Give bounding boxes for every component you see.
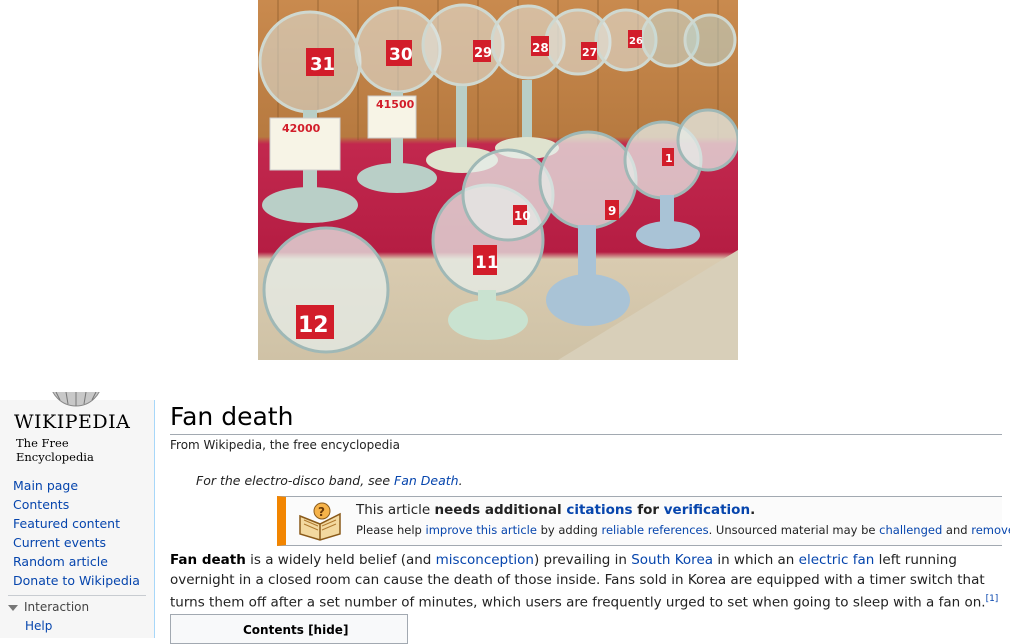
chevron-down-icon [8, 604, 18, 611]
sidebar-section-label: Interaction [24, 600, 90, 614]
svg-text:9: 9 [608, 204, 616, 218]
challenged-link[interactable]: challenged [879, 523, 942, 537]
sidebar-item-contents[interactable]: Contents [13, 495, 140, 514]
notice-bold-for: for [632, 502, 664, 518]
sidebar-border [154, 400, 155, 638]
sidebar-item-random-article[interactable]: Random article [13, 552, 140, 571]
notice-text-4: and [942, 523, 972, 537]
citation-notice-box: ? This article needs additional citation… [277, 496, 1010, 546]
sidebar-item-featured-content[interactable]: Featured content [13, 514, 140, 533]
hatnote: For the electro-disco band, see Fan Deat… [196, 473, 463, 488]
wikipedia-tagline: The Free Encyclopedia [16, 436, 94, 464]
title-divider [170, 434, 1002, 435]
notice-text-2: by adding [536, 523, 602, 537]
table-of-contents: Contents [hide] [170, 614, 408, 644]
page-title: Fan death [170, 402, 294, 431]
removed-link[interactable]: remove [971, 523, 1010, 537]
svg-text:12: 12 [298, 313, 329, 338]
hatnote-text: For the electro-disco band, see [196, 473, 395, 488]
citation-notice-detail: Please help improve this article by addi… [356, 523, 1010, 537]
notice-bold: needs additional [434, 502, 567, 518]
svg-text:29: 29 [474, 46, 492, 61]
reference-link-1[interactable]: [1] [986, 594, 999, 604]
lead-text-2: ) prevailing in [534, 552, 632, 568]
reliable-references-link[interactable]: reliable references [601, 523, 708, 537]
citation-notice-headline: This article needs additional citations … [356, 502, 755, 518]
notice-text: This article [356, 502, 435, 518]
improve-article-link[interactable]: improve this article [426, 523, 537, 537]
notice-period: . [750, 502, 756, 518]
svg-text:?: ? [318, 505, 325, 519]
svg-text:42000: 42000 [282, 122, 321, 135]
article-photo[interactable]: 31 30 29 28 27 26 12 11 10 9 1 42000 415… [258, 0, 738, 360]
svg-text:31: 31 [310, 54, 335, 75]
svg-text:41500: 41500 [376, 98, 415, 111]
south-korea-link[interactable]: South Korea [631, 552, 713, 568]
sidebar-section-interaction[interactable]: Interaction [8, 600, 89, 614]
misconception-link[interactable]: misconception [436, 552, 534, 568]
sidebar-item-current-events[interactable]: Current events [13, 533, 140, 552]
notice-text-3: . Unsourced material may be [708, 523, 880, 537]
hatnote-suffix: . [458, 473, 463, 488]
verification-link[interactable]: verification [664, 502, 750, 518]
book-question-icon: ? [296, 502, 344, 542]
site-subtitle: From Wikipedia, the free encyclopedia [170, 438, 400, 452]
svg-text:27: 27 [582, 46, 597, 59]
svg-text:10: 10 [514, 209, 531, 223]
wikipedia-wordmark[interactable]: WIKIPEDIA [14, 411, 144, 433]
svg-text:1: 1 [665, 152, 673, 165]
electric-fan-link[interactable]: electric fan [799, 552, 875, 568]
svg-text:28: 28 [532, 41, 549, 55]
citations-link[interactable]: citations [566, 502, 632, 518]
lead-text-1: is a widely held belief (and [245, 552, 436, 568]
sidebar-item-main-page[interactable]: Main page [13, 476, 140, 495]
fan-display-image: 31 30 29 28 27 26 12 11 10 9 1 42000 415… [258, 0, 738, 360]
lead-text-3: in which an [713, 552, 799, 568]
sidebar-divider [8, 595, 146, 596]
lead-bold-term: Fan death [170, 552, 246, 568]
sidebar-item-donate[interactable]: Donate to Wikipedia [13, 571, 140, 590]
svg-text:30: 30 [389, 45, 413, 65]
svg-text:26: 26 [629, 36, 643, 47]
lead-paragraph: Fan death is a widely held belief (and m… [170, 551, 1005, 613]
notice-help-text: Please help [356, 523, 426, 537]
wikipedia-globe-icon[interactable] [46, 392, 106, 408]
toc-title[interactable]: Contents [hide] [243, 623, 348, 637]
hatnote-link-fan-death[interactable]: Fan Death [394, 473, 459, 488]
svg-text:11: 11 [475, 253, 499, 273]
sidebar-item-help[interactable]: Help [25, 619, 52, 633]
sidebar-navigation: Main page Contents Featured content Curr… [13, 476, 140, 590]
